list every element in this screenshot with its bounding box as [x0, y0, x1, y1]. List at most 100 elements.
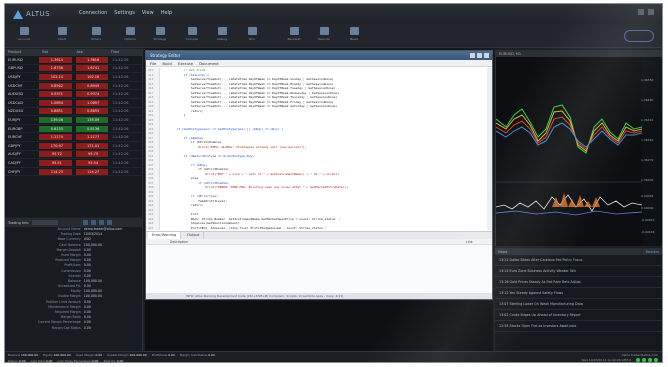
- watchlist-row[interactable]: AUDUSD 0.9371 0.9374 11:42:26: [5, 90, 142, 99]
- ribbon-account-button[interactable]: Account: [13, 27, 35, 45]
- ribbon-orders-button[interactable]: Orders: [85, 27, 107, 45]
- status-item: Lots Total 0.00: [31, 359, 53, 362]
- row-ask[interactable]: 1.0697: [75, 99, 108, 106]
- watchlist-row[interactable]: GBPJPY 170.97 171.01 11:42:26: [5, 142, 142, 151]
- row-ask[interactable]: 1.3616: [75, 56, 108, 63]
- news-item[interactable]: 13:19 Euro Zone Business Activity Weaker…: [495, 266, 662, 277]
- row-ask[interactable]: 95.54: [75, 159, 108, 166]
- close-icon[interactable]: [106, 220, 112, 225]
- news-item[interactable]: 13:16 Gold Prices Steady As Fed Rate Bet…: [495, 277, 662, 288]
- row-ask[interactable]: 0.8655: [75, 108, 108, 115]
- watchlist-row[interactable]: GBPUSD 1.6738 1.6741 11:42:26: [5, 65, 142, 74]
- export-icon[interactable]: [90, 220, 96, 225]
- close-icon[interactable]: [484, 53, 489, 58]
- row-bid[interactable]: 0.8942: [39, 82, 72, 89]
- ribbon-run-button[interactable]: Run: [241, 27, 263, 45]
- watchlist-row[interactable]: EURJPY 139.06 139.09 11:42:26: [5, 116, 142, 125]
- row-symbol: EURGBP: [8, 126, 23, 131]
- col-ask[interactable]: Ask: [74, 49, 108, 56]
- watchlist-row[interactable]: USDCHF 0.8942 0.8945 11:42:26: [5, 82, 142, 91]
- col-product[interactable]: Product: [5, 49, 39, 56]
- row-ask[interactable]: 95.75: [75, 151, 108, 158]
- watchlist-row[interactable]: CHFJPY 114.23 114.27 11:42:26: [5, 168, 142, 177]
- account-details: Account Name demo.trader@altus.com Trading…: [5, 227, 142, 331]
- menu-view[interactable]: View: [142, 10, 154, 16]
- col-bid[interactable]: Bid: [39, 49, 73, 56]
- row-bid[interactable]: 0.8133: [39, 125, 72, 132]
- editor-menu-file[interactable]: File: [150, 61, 156, 66]
- watchlist-row[interactable]: AUDJPY 95.72 95.75 11:42:26: [5, 151, 142, 160]
- row-ask[interactable]: 0.9374: [75, 91, 108, 98]
- reports-icon: [319, 27, 329, 35]
- account-select[interactable]: [31, 220, 58, 225]
- code-line[interactable]: ProfitBid, StopLoss, (Stop-Tick) ProfitH…: [162, 226, 486, 231]
- watchlist-row[interactable]: EURUSD 1.3614 1.3616 11:42:26: [5, 56, 142, 65]
- row-bid[interactable]: 170.97: [39, 142, 72, 149]
- watchlist-row[interactable]: EURGBP 0.8133 0.8136 11:42:26: [5, 125, 142, 134]
- news-source-tag[interactable]: Reuters: [646, 250, 662, 254]
- row-bid[interactable]: 95.51: [39, 159, 72, 166]
- title-bar: ALTUS Connection Settings View Help: [5, 4, 662, 24]
- row-symbol: CHFJPY: [8, 169, 21, 174]
- watchlist-row[interactable]: USDJPY 102.14 102.16 11:42:26: [5, 73, 142, 82]
- row-ask[interactable]: 102.16: [75, 73, 108, 80]
- ribbon-chart-button[interactable]: Chart: [51, 27, 73, 45]
- row-ask[interactable]: 139.09: [75, 116, 108, 123]
- error-col-description[interactable]: Description: [166, 239, 462, 244]
- price-chart[interactable]: [496, 57, 663, 246]
- ribbon-compile-button[interactable]: Compile: [181, 27, 203, 45]
- menu-settings[interactable]: Settings: [114, 10, 135, 16]
- row-ask[interactable]: 0.8136: [75, 125, 108, 132]
- row-bid[interactable]: 114.23: [39, 168, 72, 175]
- ribbon-debug-button[interactable]: Debug: [211, 27, 233, 45]
- row-time: 11:42:26: [112, 66, 129, 71]
- row-ask[interactable]: 1.6741: [75, 65, 108, 72]
- editor-scrollbar[interactable]: [487, 68, 492, 230]
- row-ask[interactable]: 114.27: [75, 168, 108, 175]
- maximize-icon[interactable]: [477, 53, 482, 58]
- editor-menu-build[interactable]: Build: [162, 61, 172, 66]
- menu-connection[interactable]: Connection: [79, 10, 107, 16]
- row-bid[interactable]: 0.9371: [39, 91, 72, 98]
- code-area[interactable]: 412 413 414 415 416 417 418 419 420 421 422 423 424 4…: [146, 68, 492, 230]
- news-item[interactable]: 13:22 Dollar Slides After Cautious Fed P…: [495, 255, 662, 266]
- settings-icon[interactable]: [98, 220, 104, 225]
- col-time[interactable]: Time: [108, 49, 142, 56]
- maximize-icon[interactable]: [648, 9, 654, 15]
- tab-output[interactable]: Output: [183, 232, 205, 239]
- minimize-icon[interactable]: [638, 9, 644, 15]
- row-bid[interactable]: 95.72: [39, 151, 72, 158]
- tab-error-warning[interactable]: Error/Warning: [148, 232, 182, 239]
- row-bid[interactable]: 0.8651: [39, 108, 72, 115]
- news-item[interactable]: 13:02 Crude Edges Up Ahead of Inventory …: [495, 310, 662, 321]
- row-bid[interactable]: 1.3614: [39, 56, 72, 63]
- ribbon-news-button[interactable]: News: [343, 27, 365, 45]
- watchlist-row[interactable]: CADJPY 95.51 95.54 11:42:26: [5, 159, 142, 168]
- ribbon-reports-button[interactable]: Reports: [313, 27, 335, 45]
- ribbon-backtest-button[interactable]: Backtest: [283, 27, 305, 45]
- watchlist-row[interactable]: EURCHF 1.2174 1.2177 11:42:26: [5, 133, 142, 142]
- minimize-icon[interactable]: [470, 53, 475, 58]
- watchlist-header: Product Bid Ask Time: [5, 49, 142, 56]
- row-ask[interactable]: 0.8945: [75, 82, 108, 89]
- ribbon-strategy-button[interactable]: Strategy: [149, 27, 171, 45]
- row-bid[interactable]: 102.14: [39, 73, 72, 80]
- code-lines[interactable]: // Get Trend if (bIsLong) { SetServerTim…: [162, 68, 486, 230]
- error-col-line[interactable]: Line: [462, 239, 492, 244]
- editor-menu-document[interactable]: Document: [199, 61, 219, 66]
- news-item[interactable]: 13:07 Sterling Lower On Weak Manufacturi…: [495, 299, 662, 310]
- row-bid[interactable]: 1.0694: [39, 99, 72, 106]
- row-bid[interactable]: 1.6738: [39, 65, 72, 72]
- watchlist-row[interactable]: NZDUSD 0.8651 0.8655 11:42:26: [5, 108, 142, 117]
- refresh-icon[interactable]: [82, 220, 88, 225]
- editor-menu-execute[interactable]: Execute: [178, 61, 193, 66]
- ribbon-options-button[interactable]: Options: [119, 27, 141, 45]
- row-ask[interactable]: 1.2177: [75, 134, 108, 141]
- news-item[interactable]: 13:12 Yen Steady Against Safety Flows: [495, 288, 662, 299]
- news-item[interactable]: 12:58 Stocks Open Flat as Investors Awai…: [495, 321, 662, 332]
- menu-help[interactable]: Help: [161, 10, 172, 16]
- row-bid[interactable]: 1.2174: [39, 134, 72, 141]
- watchlist-row[interactable]: USDCAD 1.0694 1.0697 11:42:26: [5, 99, 142, 108]
- row-bid[interactable]: 139.06: [39, 116, 72, 123]
- row-ask[interactable]: 171.01: [75, 142, 108, 149]
